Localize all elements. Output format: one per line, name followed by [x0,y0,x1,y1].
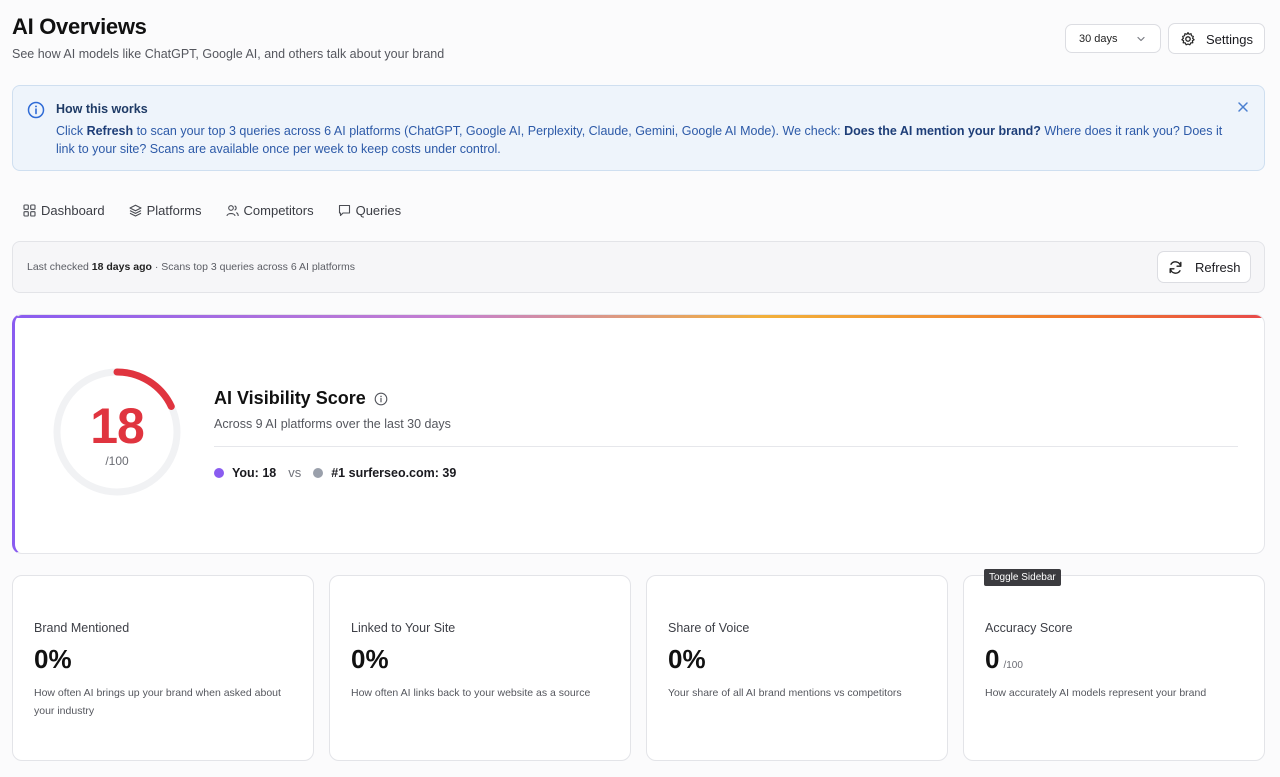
refresh-icon [1169,261,1182,274]
tab-competitors[interactable]: Competitors [225,200,314,220]
score-title-text: AI Visibility Score [214,388,366,408]
metric-description: How often AI brings up your brand when a… [34,687,281,717]
you-dot [214,467,224,478]
tab-platforms[interactable]: Platforms [129,200,202,220]
competitor-dot [313,467,324,478]
settings-button[interactable]: Settings [1168,23,1265,54]
metric-value: 0% [351,644,389,674]
last-checked-bar: Last checked 18 days ago · Scans top 3 q… [12,241,1265,293]
gradient-accent-bar [15,315,1264,318]
tab-dashboard[interactable]: Dashboard [23,200,105,220]
tab-label: Queries [355,202,402,218]
banner-body: Click Refresh to scan your top 3 queries… [56,124,1223,156]
metric-card-brand-mentioned: Brand Mentioned 0% How often AI brings u… [12,575,314,761]
score-value: 18 [90,398,145,454]
you-score: You: 18 [232,465,277,480]
metric-card-share-of-voice: Share of Voice 0% Your share of all AI b… [646,575,948,761]
tab-bar: Dashboard Platforms Competitors Queries [23,200,425,220]
tab-queries[interactable]: Queries [338,200,402,220]
message-icon [338,204,350,216]
toggle-sidebar-tooltip: Toggle Sidebar [984,569,1061,586]
score-title: AI Visibility Score [214,388,388,409]
banner-title: How this works [56,102,148,116]
date-range-select[interactable]: 30 days [1065,24,1161,53]
tab-label: Dashboard [41,202,105,218]
page-subtitle: See how AI models like ChatGPT, Google A… [12,47,445,61]
metric-card-linked-to-site: Linked to Your Site 0% How often AI link… [329,575,631,761]
tab-label: Platforms [146,202,202,218]
metric-value: 0% [668,644,706,674]
metric-description: Your share of all AI brand mentions vs c… [668,687,902,699]
tab-label: Competitors [243,202,314,218]
grid-icon [23,203,36,217]
ai-overviews-page: AI Overviews See how AI models like Chat… [0,0,1280,777]
metric-description: How accurately AI models represent your … [985,687,1207,699]
metric-value: 0% [34,644,72,674]
divider [214,446,1238,447]
info-icon [27,101,45,119]
score-comparison: You: 18 vs #1 surferseo.com: 39 [214,465,456,480]
last-checked-text: Last checked 18 days ago · Scans top 3 q… [27,261,356,273]
score-subtitle: Across 9 AI platforms over the last 30 d… [214,417,451,431]
metric-card-accuracy-score: Accuracy Score 0/100 How accurately AI m… [963,575,1265,761]
metric-label: Linked to Your Site [351,621,456,635]
users-icon [225,204,239,216]
date-range-value: 30 days [1079,32,1118,45]
metric-label: Accuracy Score [985,621,1073,635]
settings-label: Settings [1206,32,1253,47]
refresh-button[interactable]: Refresh [1157,251,1251,283]
page-title: AI Overviews [12,14,147,39]
score-max: /100 [105,454,129,468]
close-icon[interactable] [1236,100,1250,114]
visibility-score-card: 18 /100 AI Visibility Score Across 9 AI … [12,314,1265,554]
vs-label: vs [288,465,302,480]
metric-label: Share of Voice [668,621,750,635]
info-icon[interactable] [374,392,388,406]
metric-value: 0/100 [985,644,1023,674]
competitor-score: #1 surferseo.com: 39 [331,465,457,480]
metric-label: Brand Mentioned [34,621,130,635]
refresh-label: Refresh [1195,260,1241,275]
how-this-works-banner: How this works Click Refresh to scan you… [12,85,1265,171]
gear-icon [1181,32,1195,46]
chevron-down-icon [1137,36,1145,42]
layers-icon [129,204,142,217]
metric-description: How often AI links back to your website … [351,687,591,699]
